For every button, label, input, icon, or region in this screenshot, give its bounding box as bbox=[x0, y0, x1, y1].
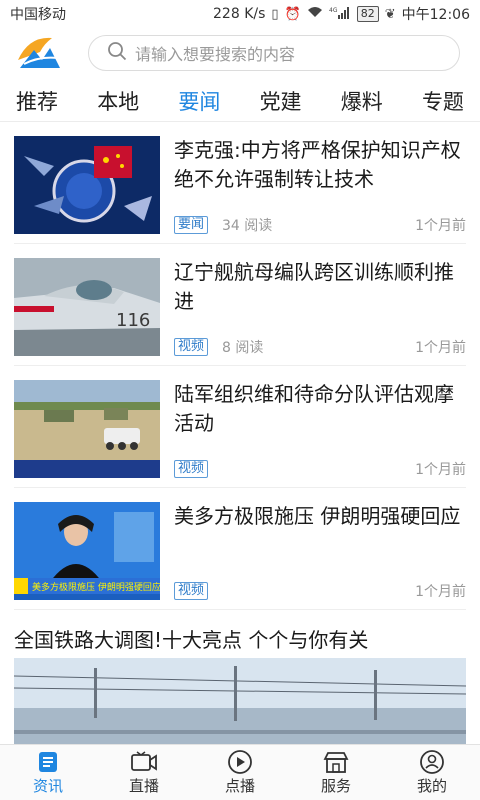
news-title: 辽宁舰航母编队跨区训练顺利推进 bbox=[174, 260, 454, 313]
news-meta: 视频 8 阅读 1个月前 bbox=[174, 337, 466, 357]
app-header: 请输入想要搜索的内容 bbox=[0, 28, 480, 78]
nav-profile[interactable]: 我的 bbox=[384, 745, 480, 800]
news-item[interactable]: 李克强:中方将严格保护知识产权 绝不允许强制转让技术 要闻 34 阅读 1个月前 bbox=[14, 122, 466, 244]
news-thumbnail bbox=[14, 136, 160, 234]
tab-headlines[interactable]: 要闻 bbox=[178, 86, 220, 116]
news-thumbnail: 美多方极限施压 伊朗明强硬回应 bbox=[14, 502, 160, 600]
signal-icon: 4G bbox=[329, 6, 351, 23]
news-item[interactable]: 美多方极限施压 伊朗明强硬回应 美多方极限施压 伊朗明强硬回应 视频 1个月前 bbox=[14, 488, 466, 610]
category-badge: 视频 bbox=[174, 582, 209, 600]
nav-label: 点播 bbox=[224, 777, 255, 795]
search-placeholder: 请输入想要搜索的内容 bbox=[135, 45, 296, 64]
svg-text:116: 116 bbox=[116, 310, 150, 331]
search-bar[interactable]: 请输入想要搜索的内容 bbox=[88, 35, 460, 71]
news-title: 李克强:中方将严格保护知识产权 绝不允许强制转让技术 bbox=[174, 138, 461, 191]
news-meta: 要闻 34 阅读 1个月前 bbox=[174, 215, 466, 235]
news-item[interactable]: 陆军组织维和待命分队评估观摩活动 视频 1个月前 bbox=[14, 366, 466, 488]
tab-recommend[interactable]: 推荐 bbox=[16, 86, 58, 116]
bottom-navigation: 资讯 直播 点播 服务 我的 bbox=[0, 744, 480, 800]
live-camera-icon bbox=[130, 749, 158, 775]
wifi-icon bbox=[307, 6, 323, 22]
publish-time: 1个月前 bbox=[415, 584, 466, 600]
nav-service[interactable]: 服务 bbox=[288, 745, 384, 800]
nav-label: 资讯 bbox=[32, 777, 63, 795]
nav-label: 服务 bbox=[320, 777, 351, 795]
nav-vod[interactable]: 点播 bbox=[192, 745, 288, 800]
news-item[interactable]: 116 辽宁舰航母编队跨区训练顺利推进 视频 8 阅读 1个月前 bbox=[14, 244, 466, 366]
news-meta: 视频 1个月前 bbox=[174, 459, 466, 479]
status-bar: 中国移动 228 K/s ▯ ⏰ 4G 82 ❦ 中午12:06 bbox=[0, 0, 480, 28]
news-icon bbox=[36, 749, 60, 775]
nav-label: 直播 bbox=[128, 777, 159, 795]
network-speed: 228 K/s bbox=[213, 6, 266, 22]
carrier-name: 中国移动 bbox=[10, 7, 66, 23]
feature-title: 全国铁路大调图!十大亮点 个个与你有关 bbox=[14, 628, 369, 652]
nav-live[interactable]: 直播 bbox=[96, 745, 192, 800]
publish-time: 1个月前 bbox=[415, 218, 466, 234]
category-tabs: 推荐 本地 要闻 党建 爆料 专题 bbox=[0, 80, 480, 122]
leaf-icon: ❦ bbox=[384, 6, 396, 22]
feature-article[interactable]: 全国铁路大调图!十大亮点 个个与你有关 bbox=[14, 626, 466, 746]
alarm-icon: ⏰ bbox=[284, 6, 301, 22]
read-count: 8 阅读 bbox=[222, 340, 264, 356]
svg-text:4G: 4G bbox=[329, 7, 338, 14]
news-title: 陆军组织维和待命分队评估观摩活动 bbox=[174, 382, 454, 435]
user-icon bbox=[419, 749, 445, 775]
publish-time: 1个月前 bbox=[415, 340, 466, 356]
svg-text:美多方极限施压 伊朗明强硬回应: 美多方极限施压 伊朗明强硬回应 bbox=[32, 581, 160, 593]
publish-time: 1个月前 bbox=[415, 462, 466, 478]
category-badge: 视频 bbox=[174, 338, 209, 356]
status-icons: 228 K/s ▯ ⏰ 4G 82 ❦ 中午12:06 bbox=[213, 4, 470, 24]
battery-indicator: 82 bbox=[356, 6, 379, 22]
nav-label: 我的 bbox=[416, 777, 447, 795]
tab-topics[interactable]: 专题 bbox=[422, 86, 464, 116]
nav-news[interactable]: 资讯 bbox=[0, 745, 96, 800]
play-icon bbox=[227, 749, 253, 775]
news-meta: 视频 1个月前 bbox=[174, 581, 466, 601]
category-badge: 要闻 bbox=[174, 216, 209, 234]
category-badge: 视频 bbox=[174, 460, 209, 478]
tab-tips[interactable]: 爆料 bbox=[341, 86, 383, 116]
news-thumbnail bbox=[14, 380, 160, 478]
tab-local[interactable]: 本地 bbox=[97, 86, 139, 116]
app-logo[interactable] bbox=[14, 30, 64, 76]
vibrate-icon: ▯ bbox=[271, 6, 279, 22]
search-icon bbox=[107, 41, 127, 65]
read-count: 34 阅读 bbox=[222, 218, 273, 234]
news-thumbnail: 116 bbox=[14, 258, 160, 356]
store-icon bbox=[322, 749, 350, 775]
feature-image bbox=[14, 658, 466, 746]
news-title: 美多方极限施压 伊朗明强硬回应 bbox=[174, 504, 461, 528]
tab-party[interactable]: 党建 bbox=[260, 86, 302, 116]
clock: 中午12:06 bbox=[401, 7, 470, 23]
